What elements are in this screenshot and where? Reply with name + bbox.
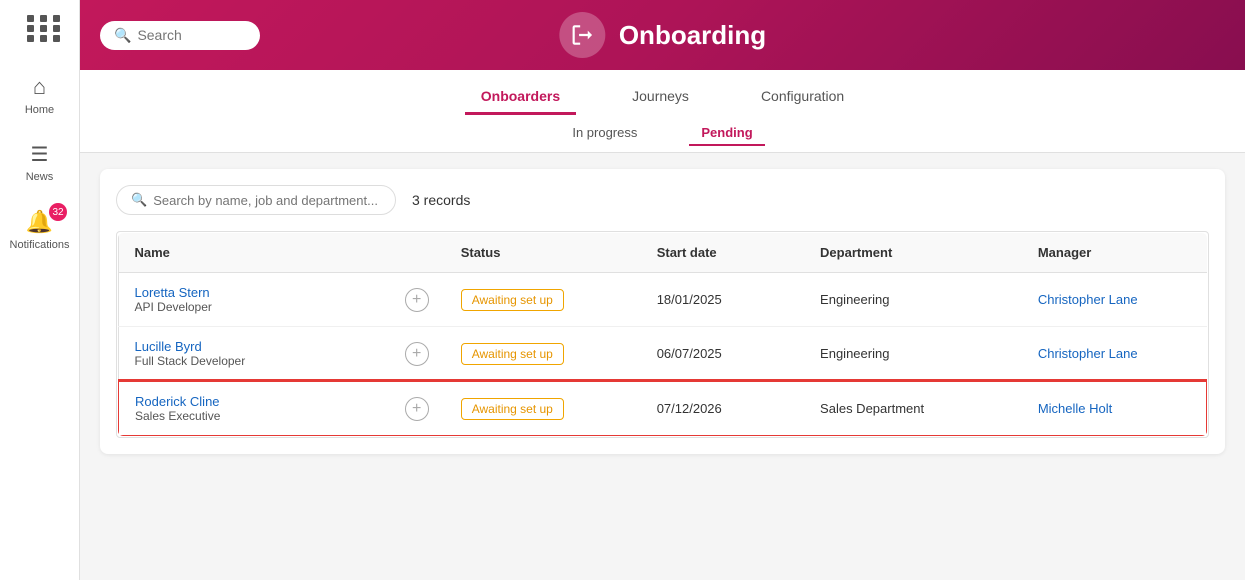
sidebar-item-home-label: Home <box>25 104 54 116</box>
home-icon: ⌂ <box>33 74 46 100</box>
manager-name-link[interactable]: Michelle Holt <box>1038 401 1112 416</box>
cell-department-0: Engineering <box>804 273 1022 327</box>
content-area: 🔍 3 records Name Status Start date Depar… <box>80 153 1245 580</box>
sidebar-item-news[interactable]: ☰ News <box>0 134 79 191</box>
col-header-name: Name <box>118 233 445 273</box>
tabs-bar: Onboarders Journeys Configuration In pro… <box>80 70 1245 153</box>
cell-manager-1: Christopher Lane <box>1022 327 1207 382</box>
cell-name-0: Loretta Stern API Developer + <box>118 273 445 327</box>
tab-configuration[interactable]: Configuration <box>745 80 860 115</box>
cell-department-2: Sales Department <box>804 381 1022 436</box>
employee-name-link[interactable]: Roderick Cline <box>135 394 220 409</box>
table-row: Roderick Cline Sales Executive + Awaitin… <box>118 381 1207 436</box>
sidebar: ⌂ Home ☰ News 🔔 32 Notifications <box>0 0 80 580</box>
table-header-row: Name Status Start date Department Manage… <box>118 233 1207 273</box>
employee-name-link[interactable]: Loretta Stern <box>135 285 212 300</box>
notification-badge-count: 32 <box>49 203 67 221</box>
manager-name-link[interactable]: Christopher Lane <box>1038 292 1138 307</box>
table-row: Loretta Stern API Developer + Awaiting s… <box>118 273 1207 327</box>
manager-name-link[interactable]: Christopher Lane <box>1038 346 1138 361</box>
tab-onboarders[interactable]: Onboarders <box>465 80 576 115</box>
cell-name-1: Lucille Byrd Full Stack Developer + <box>118 327 445 382</box>
cell-start-date-0: 18/01/2025 <box>641 273 804 327</box>
col-header-manager: Manager <box>1022 233 1207 273</box>
records-count: 3 records <box>412 192 470 208</box>
data-table: Name Status Start date Department Manage… <box>117 232 1208 437</box>
status-badge: Awaiting set up <box>461 398 564 420</box>
cell-manager-0: Christopher Lane <box>1022 273 1207 327</box>
employee-name-link[interactable]: Lucille Byrd <box>135 339 246 354</box>
app-title: Onboarding <box>619 20 766 51</box>
filter-search-icon: 🔍 <box>131 192 147 208</box>
main-tabs-row: Onboarders Journeys Configuration <box>80 70 1245 115</box>
sidebar-item-home[interactable]: ⌂ Home <box>0 66 79 124</box>
tab-journeys[interactable]: Journeys <box>616 80 705 115</box>
topbar: 🔍 Onboarding <box>80 0 1245 70</box>
cell-start-date-2: 07/12/2026 <box>641 381 804 436</box>
employee-job-title: API Developer <box>135 300 212 314</box>
table-row: Lucille Byrd Full Stack Developer + Awai… <box>118 327 1207 382</box>
cell-start-date-1: 06/07/2025 <box>641 327 804 382</box>
cell-department-1: Engineering <box>804 327 1022 382</box>
sidebar-item-news-label: News <box>26 171 54 183</box>
status-badge: Awaiting set up <box>461 289 564 311</box>
filter-search-input[interactable] <box>153 193 381 208</box>
global-search-box[interactable]: 🔍 <box>100 21 260 50</box>
employee-job-title: Sales Executive <box>135 409 220 423</box>
filter-search-box[interactable]: 🔍 <box>116 185 396 215</box>
subtab-pending[interactable]: Pending <box>689 121 764 146</box>
cell-manager-2: Michelle Holt <box>1022 381 1207 436</box>
sidebar-item-notifications-label: Notifications <box>10 239 70 251</box>
apps-grid-icon[interactable] <box>22 10 58 46</box>
global-search-input[interactable] <box>137 27 257 43</box>
add-record-button[interactable]: + <box>405 288 429 312</box>
topbar-brand: Onboarding <box>559 12 766 58</box>
main-area: 🔍 Onboarding Onboarders Journeys Configu… <box>80 0 1245 580</box>
content-card: 🔍 3 records Name Status Start date Depar… <box>100 169 1225 454</box>
content-toolbar: 🔍 3 records <box>116 185 1209 215</box>
cell-status-1: Awaiting set up <box>445 327 641 382</box>
employee-job-title: Full Stack Developer <box>135 354 246 368</box>
news-icon: ☰ <box>31 142 49 167</box>
cell-status-2: Awaiting set up <box>445 381 641 436</box>
onboarding-app-icon <box>559 12 605 58</box>
sub-tabs-row: In progress Pending <box>80 115 1245 152</box>
col-header-department: Department <box>804 233 1022 273</box>
search-icon: 🔍 <box>114 27 131 44</box>
cell-name-2: Roderick Cline Sales Executive + <box>118 381 445 436</box>
subtab-in-progress[interactable]: In progress <box>560 121 649 146</box>
data-table-wrapper: Name Status Start date Department Manage… <box>116 231 1209 438</box>
col-header-start-date: Start date <box>641 233 804 273</box>
add-record-button[interactable]: + <box>405 397 429 421</box>
sidebar-item-notifications[interactable]: 🔔 32 Notifications <box>0 201 79 259</box>
add-record-button[interactable]: + <box>405 342 429 366</box>
col-header-status: Status <box>445 233 641 273</box>
status-badge: Awaiting set up <box>461 343 564 365</box>
cell-status-0: Awaiting set up <box>445 273 641 327</box>
